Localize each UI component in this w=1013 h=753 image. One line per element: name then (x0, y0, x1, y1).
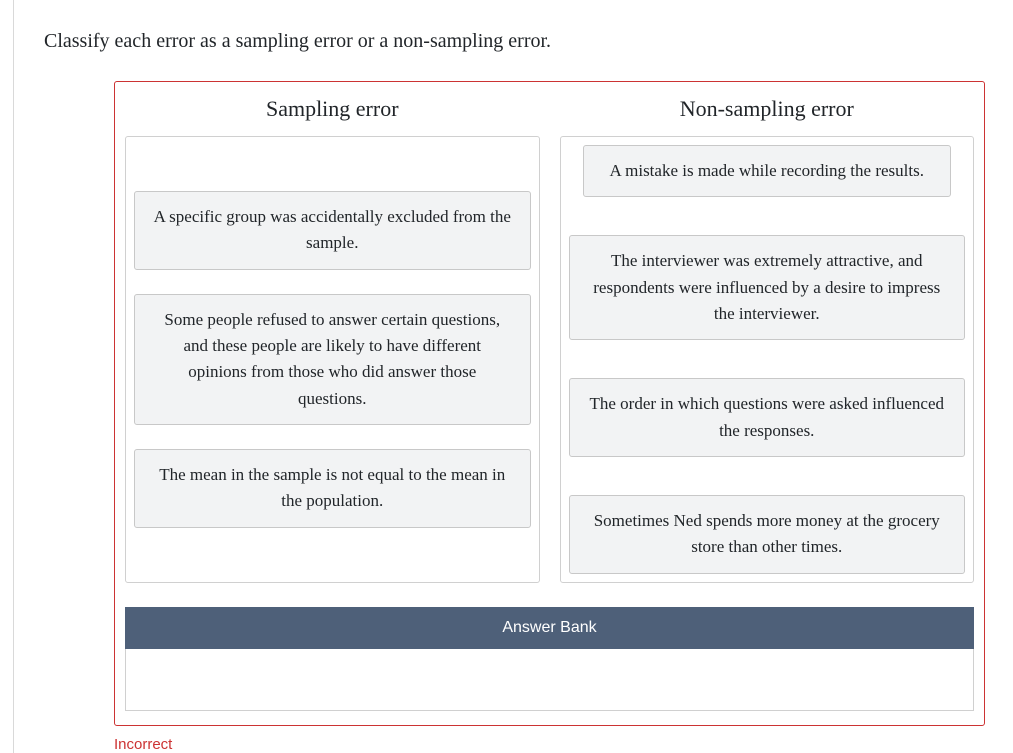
answer-chip[interactable]: The interviewer was extremely attractive… (569, 235, 966, 340)
left-rule (13, 0, 14, 753)
answer-chip[interactable]: The mean in the sample is not equal to t… (134, 449, 531, 528)
answer-chip[interactable]: Sometimes Ned spends more money at the g… (569, 495, 966, 574)
categorize-widget: Sampling error A specific group was acci… (114, 81, 985, 726)
column-sampling-error: Sampling error A specific group was acci… (125, 90, 540, 583)
spacer (569, 209, 966, 223)
answer-chip[interactable]: A mistake is made while recording the re… (583, 145, 951, 197)
drop-area-sampling[interactable]: A specific group was accidentally exclud… (125, 136, 540, 583)
answer-bank-body[interactable] (125, 649, 974, 711)
spacer (569, 352, 966, 366)
answer-chip[interactable]: A specific group was accidentally exclud… (134, 191, 531, 270)
answer-bank-header[interactable]: Answer Bank (125, 607, 974, 649)
column-non-sampling-error: Non-sampling error A mistake is made whi… (560, 90, 975, 583)
column-title-right: Non-sampling error (560, 96, 975, 122)
spacer (569, 469, 966, 483)
answer-bank: Answer Bank (125, 607, 974, 711)
drop-area-non-sampling[interactable]: A mistake is made while recording the re… (560, 136, 975, 583)
feedback-text: Incorrect (114, 736, 1013, 753)
column-title-left: Sampling error (125, 96, 540, 122)
question-prompt: Classify each error as a sampling error … (44, 30, 1013, 53)
spacer (134, 145, 531, 179)
spacer (134, 540, 531, 574)
answer-chip[interactable]: Some people refused to answer certain qu… (134, 294, 531, 425)
answer-chip[interactable]: The order in which questions were asked … (569, 378, 966, 457)
